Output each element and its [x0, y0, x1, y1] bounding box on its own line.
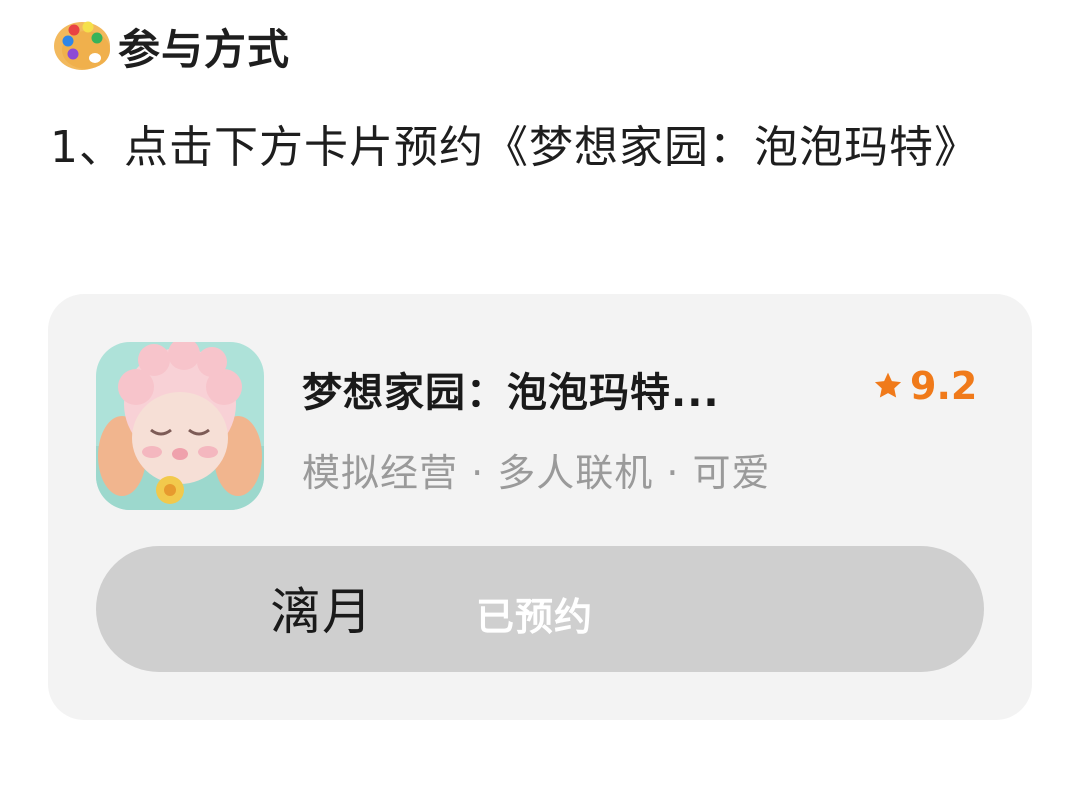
- game-title[interactable]: 梦想家园：泡泡玛特...: [302, 360, 842, 418]
- rating-value: 9.2: [910, 364, 978, 408]
- section-header: 参与方式: [50, 14, 290, 78]
- button-left-text: 漓月: [270, 583, 374, 641]
- game-app-icon[interactable]: [96, 342, 264, 510]
- reserved-status-label: 已预约: [476, 595, 594, 639]
- palette-icon: [54, 21, 110, 70]
- reserve-button[interactable]: 漓月 已预约: [96, 546, 984, 672]
- step-instruction: 1、点击下方卡片预约《梦想家园：泡泡玛特》: [50, 122, 979, 173]
- game-card[interactable]: 梦想家园：泡泡玛特... 9.2 模拟经营 · 多人联机 · 可爱 漓月 已预约: [48, 294, 1032, 720]
- rating: 9.2: [872, 364, 977, 408]
- section-title: 参与方式: [118, 24, 291, 74]
- game-tags: 模拟经营 · 多人联机 · 可爱: [302, 451, 771, 495]
- star-icon: [874, 372, 902, 398]
